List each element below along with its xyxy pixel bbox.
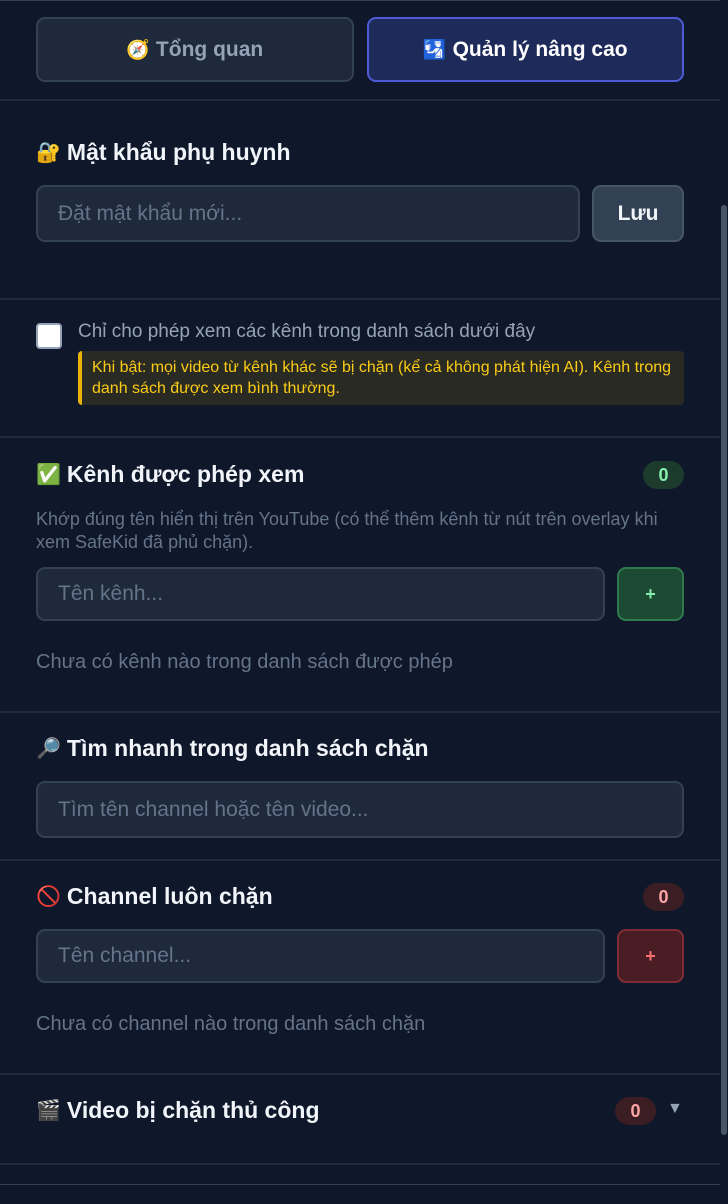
password-section-title: 🔐 Mật khẩu phụ huynh <box>36 139 291 166</box>
whitelist-warning: Khi bật: mọi video từ kênh khác sẽ bị ch… <box>78 351 684 405</box>
chevron-down-icon[interactable]: ▼ <box>667 1100 683 1118</box>
divider <box>0 1184 720 1185</box>
add-allowed-channel-button[interactable]: + <box>617 567 684 621</box>
divider <box>0 436 720 438</box>
quick-search-title-text: Tìm nhanh trong danh sách chặn <box>66 735 429 761</box>
divider <box>0 1073 720 1075</box>
blocked-videos-title-text: Video bị chặn thủ công <box>66 1097 320 1123</box>
add-blocked-channel-button[interactable]: + <box>617 929 684 983</box>
passport-control-icon: 🛂 <box>422 39 447 61</box>
lock-with-key-icon: 🔐 <box>36 142 61 164</box>
quick-search-title: 🔎 Tìm nhanh trong danh sách chặn <box>36 735 429 762</box>
tab-advanced-label: Quản lý nâng cao <box>452 37 628 61</box>
whitelist-only-checkbox[interactable] <box>36 323 62 349</box>
clapper-board-icon: 🎬 <box>36 1100 61 1122</box>
blocked-channel-input[interactable] <box>36 929 605 983</box>
prohibited-icon: 🚫 <box>36 886 61 908</box>
blocked-channels-title: 🚫 Channel luôn chặn <box>36 883 273 910</box>
top-border <box>0 0 728 1</box>
tab-overview[interactable]: 🧭 Tổng quan <box>36 17 354 82</box>
divider <box>0 1163 720 1165</box>
magnifier-icon: 🔎 <box>36 738 61 760</box>
blocked-videos-count-badge: 0 <box>615 1097 656 1125</box>
tab-advanced[interactable]: 🛂 Quản lý nâng cao <box>366 17 684 82</box>
blocked-channels-count-badge: 0 <box>643 883 684 911</box>
scrollbar-thumb[interactable] <box>721 205 727 1135</box>
password-title-text: Mật khẩu phụ huynh <box>66 139 291 165</box>
blocklist-search-input[interactable] <box>36 781 684 838</box>
blocked-channels-title-text: Channel luôn chặn <box>66 883 273 909</box>
compass-icon: 🧭 <box>126 39 150 61</box>
divider <box>0 99 720 101</box>
blocked-videos-title[interactable]: 🎬 Video bị chặn thủ công <box>36 1097 320 1124</box>
check-mark-icon: ✅ <box>36 464 61 486</box>
allowed-channels-count-badge: 0 <box>643 461 684 489</box>
allowed-channels-title-text: Kênh được phép xem <box>66 461 305 487</box>
password-input[interactable] <box>36 185 580 242</box>
tab-bar: 🧭 Tổng quan 🛂 Quản lý nâng cao <box>36 17 684 82</box>
whitelist-only-label: Chỉ cho phép xem các kênh trong danh sác… <box>78 321 536 342</box>
divider <box>0 859 720 861</box>
save-password-button[interactable]: Lưu <box>592 185 684 242</box>
blocked-channels-empty-text: Chưa có channel nào trong danh sách chặn <box>36 1013 426 1035</box>
allowed-channels-description: Khớp đúng tên hiển thị trên YouTube (có … <box>36 509 658 552</box>
allowed-channels-title: ✅ Kênh được phép xem <box>36 461 304 488</box>
allowed-channels-empty-text: Chưa có kênh nào trong danh sách được ph… <box>36 651 453 673</box>
allowed-channel-input[interactable] <box>36 567 605 621</box>
divider <box>0 298 720 300</box>
divider <box>0 711 720 713</box>
tab-overview-label: Tổng quan <box>155 37 264 61</box>
